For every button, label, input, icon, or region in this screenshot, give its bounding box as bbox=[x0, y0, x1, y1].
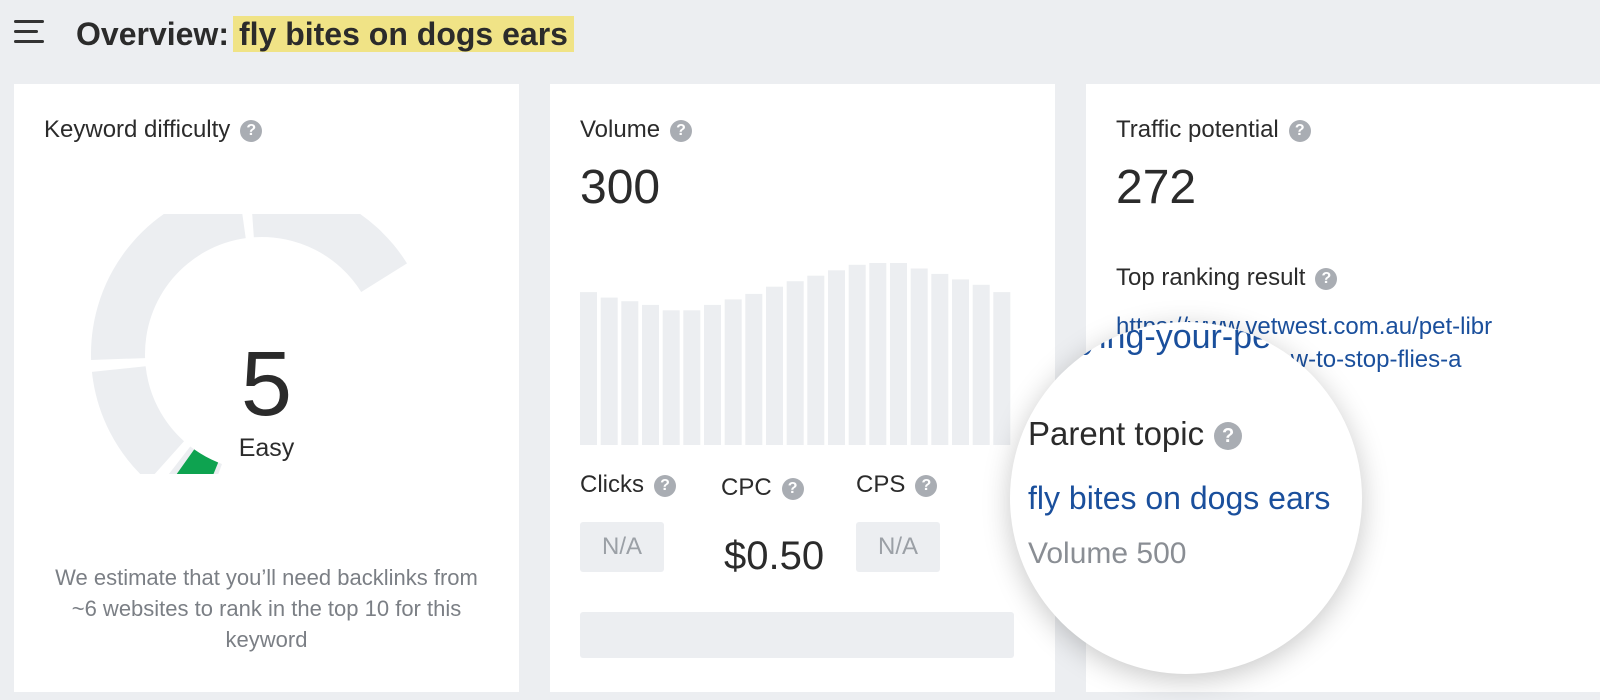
volume-trend-bar bbox=[580, 292, 597, 445]
cps-heading: CPS? bbox=[856, 470, 938, 500]
parent-topic-magnifier: ying-your-pe Parent topic? fly bites on … bbox=[1010, 322, 1362, 674]
parent-topic-help-icon[interactable]: ? bbox=[1214, 422, 1243, 450]
page-title: Overview: fly bites on dogs ears bbox=[76, 14, 574, 54]
volume-trend-bar bbox=[724, 299, 742, 445]
keyword-difficulty-description: We estimate that you’ll need backlinks f… bbox=[55, 565, 478, 652]
clicks-help-icon[interactable]: ? bbox=[654, 475, 676, 497]
hamburger-menu-icon[interactable] bbox=[14, 20, 44, 44]
cpc-label: CPC bbox=[721, 474, 772, 501]
volume-trend-bar bbox=[662, 310, 680, 445]
volume-trend-bar bbox=[642, 304, 659, 445]
volume-heading: Volume? bbox=[580, 115, 693, 145]
volume-trend-bar bbox=[786, 281, 804, 445]
cpc-help-icon[interactable]: ? bbox=[781, 478, 804, 500]
volume-trend-bar bbox=[621, 301, 639, 445]
cps-help-icon[interactable]: ? bbox=[915, 475, 938, 497]
parent-topic-link[interactable]: fly bites on dogs ears bbox=[1028, 478, 1330, 518]
volume-trend-bar bbox=[848, 264, 866, 445]
title-prefix: Overview: bbox=[76, 16, 229, 52]
traffic-potential-label: Traffic potential bbox=[1116, 116, 1279, 143]
keyword-difficulty-card: Keyword difficulty? 5 Easy We estimate t… bbox=[14, 84, 519, 692]
top-ranking-result-help-icon[interactable]: ? bbox=[1315, 268, 1338, 290]
magnified-url-fragment: ying-your-pe bbox=[1082, 322, 1271, 356]
volume-help-icon[interactable]: ? bbox=[670, 120, 693, 142]
volume-card: Volume? 300 Clicks? N/A CPC? $0.50 CPS? … bbox=[550, 84, 1055, 692]
parent-topic-heading: Parent topic? bbox=[1028, 414, 1243, 454]
volume-trend-bar bbox=[807, 275, 825, 445]
volume-trend-bar bbox=[828, 270, 845, 445]
page-header: Overview: fly bites on dogs ears bbox=[0, 0, 1600, 70]
volume-label: Volume bbox=[580, 116, 661, 143]
clicks-heading: Clicks? bbox=[580, 470, 676, 500]
top-ranking-result-label: Top ranking result bbox=[1116, 264, 1306, 291]
volume-trend-bar bbox=[600, 297, 618, 445]
volume-trend-bar bbox=[766, 286, 783, 445]
traffic-potential-help-icon[interactable]: ? bbox=[1288, 120, 1311, 142]
gauge-segment bbox=[252, 214, 408, 292]
traffic-potential-heading: Traffic potential? bbox=[1116, 115, 1311, 145]
volume-trend-bar bbox=[745, 293, 763, 445]
cps-label: CPS bbox=[856, 471, 906, 498]
traffic-potential-value: 272 bbox=[1116, 161, 1197, 214]
keyword-difficulty-help-icon[interactable]: ? bbox=[240, 120, 263, 142]
volume-trend-bar bbox=[890, 263, 907, 445]
parent-topic-label: Parent topic bbox=[1028, 415, 1205, 452]
volume-bottom-placeholder-bar bbox=[580, 612, 1014, 658]
volume-trend-bar bbox=[972, 284, 990, 445]
title-keyword-highlight: fly bites on dogs ears bbox=[232, 16, 574, 52]
cps-value: N/A bbox=[856, 522, 940, 572]
volume-trend-chart bbox=[580, 263, 1011, 445]
parent-topic-volume: Volume 500 bbox=[1028, 537, 1187, 570]
clicks-label: Clicks bbox=[580, 471, 644, 498]
volume-trend-bar bbox=[952, 279, 969, 445]
cpc-heading: CPC? bbox=[721, 473, 804, 503]
volume-trend-bar bbox=[869, 263, 887, 445]
clicks-value: N/A bbox=[580, 522, 664, 572]
volume-trend-bar bbox=[704, 304, 721, 445]
volume-trend-bar bbox=[993, 292, 1011, 445]
top-ranking-result-heading: Top ranking result? bbox=[1116, 263, 1338, 293]
keyword-difficulty-rating: Easy bbox=[238, 434, 295, 462]
volume-trend-bar bbox=[931, 273, 949, 445]
volume-value: 300 bbox=[580, 161, 661, 214]
volume-trend-bar bbox=[683, 310, 701, 445]
keyword-difficulty-label: Keyword difficulty bbox=[44, 116, 231, 143]
keyword-difficulty-heading: Keyword difficulty? bbox=[44, 115, 263, 145]
volume-trend-bar bbox=[910, 268, 928, 445]
cpc-value: $0.50 bbox=[724, 534, 825, 578]
keyword-difficulty-value: 5 bbox=[240, 333, 293, 435]
